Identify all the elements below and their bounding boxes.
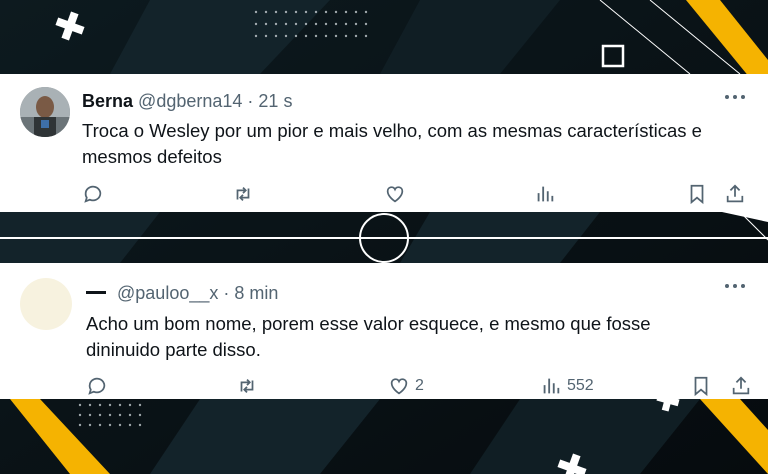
views-icon (543, 378, 560, 394)
retweet-button[interactable] (236, 373, 258, 399)
more-icon[interactable] (724, 92, 746, 102)
tweet-header: Berna @dgberna14 · 21 s (82, 91, 292, 112)
avatar[interactable] (20, 278, 72, 330)
tweet-card[interactable]: Berna @dgberna14 · 21 s Troca o Wesley p… (0, 74, 768, 212)
like-button[interactable] (384, 181, 411, 207)
bookmark-icon (690, 184, 704, 205)
views-count: 552 (567, 377, 594, 394)
tweet-text: Acho um bom nome, porem esse valor esque… (86, 313, 651, 360)
avatar[interactable] (20, 87, 70, 137)
user-handle[interactable]: @pauloo__x (117, 283, 218, 303)
tweet-text: Troca o Wesley por um pior e mais velho,… (82, 120, 702, 167)
reply-button[interactable] (86, 373, 108, 399)
timestamp[interactable]: · 8 min (223, 283, 278, 303)
reply-icon (84, 185, 102, 203)
bookmark-icon (694, 376, 708, 397)
views-icon (537, 186, 554, 202)
retweet-icon (236, 186, 250, 202)
share-button[interactable] (730, 373, 752, 399)
timestamp[interactable]: · 21 s (247, 91, 292, 111)
share-icon (732, 376, 750, 395)
tweet-card[interactable]: @pauloo__x · 8 min Acho um bom nome, por… (0, 263, 768, 399)
display-name[interactable]: Berna (82, 91, 133, 111)
heart-icon (386, 186, 404, 203)
tweet-header: @pauloo__x · 8 min (86, 283, 278, 304)
like-button[interactable]: 2 (388, 373, 424, 399)
views-button[interactable] (534, 181, 561, 207)
reply-icon (88, 377, 106, 395)
reply-button[interactable] (82, 181, 104, 207)
like-count: 2 (415, 377, 424, 394)
display-name[interactable] (86, 290, 106, 294)
share-button[interactable] (724, 181, 746, 207)
retweet-icon (240, 378, 254, 394)
tweet-actions: 2 552 (0, 373, 768, 399)
bookmark-button[interactable] (686, 181, 708, 207)
more-icon[interactable] (724, 281, 746, 291)
divider-line (0, 237, 768, 239)
share-icon (726, 184, 744, 203)
views-button[interactable]: 552 (540, 373, 594, 399)
user-handle[interactable]: @dgberna14 (138, 91, 242, 111)
heart-icon (390, 378, 408, 395)
retweet-button[interactable] (232, 181, 254, 207)
tweet-actions (0, 181, 768, 207)
bookmark-button[interactable] (690, 373, 712, 399)
